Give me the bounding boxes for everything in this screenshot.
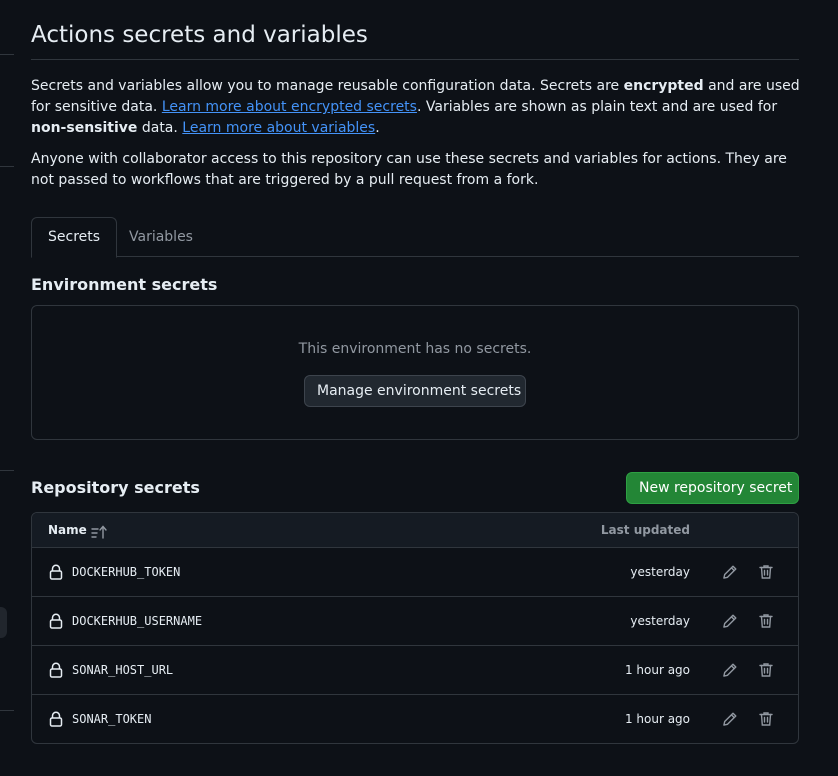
empty-state-text: This environment has no secrets. [298, 341, 532, 357]
secret-last-updated: yesterday [630, 614, 690, 628]
pencil-icon[interactable] [720, 611, 740, 631]
environment-secrets-empty-state: This environment has no secrets. Manage … [31, 305, 799, 440]
sort-ascending-icon[interactable] [91, 524, 109, 539]
intro-text: . [375, 120, 380, 136]
column-header-name[interactable]: Name [48, 513, 87, 548]
tab-variables[interactable]: Variables [113, 217, 209, 257]
secret-name: DOCKERHUB_USERNAME [72, 614, 203, 628]
trash-icon[interactable] [756, 709, 776, 729]
lock-icon [49, 613, 63, 629]
secret-name: DOCKERHUB_TOKEN [72, 565, 181, 579]
sidebar-divider [0, 470, 14, 471]
collaborator-note: Anyone with collaborator access to this … [31, 151, 787, 188]
repository-secrets-heading: Repository secrets [31, 478, 200, 497]
sidebar-divider [0, 54, 14, 55]
sidebar-active-item[interactable] [0, 607, 7, 638]
trash-icon[interactable] [756, 611, 776, 631]
intro-bold-non-sensitive: non-sensitive [31, 120, 138, 136]
column-header-last-updated: Last updated [600, 523, 690, 537]
repository-secrets-table: Name Last updated DOCKERHUB_TOKEN yester… [31, 512, 799, 744]
intro-text: data. [137, 120, 183, 136]
new-repository-secret-button[interactable]: New repository secret [626, 472, 799, 504]
intro-bold-encrypted: encrypted [623, 78, 704, 94]
secret-last-updated: 1 hour ago [624, 712, 690, 726]
table-row: SONAR_HOST_URL 1 hour ago [32, 646, 798, 695]
trash-icon[interactable] [756, 660, 776, 680]
table-header: Name Last updated [32, 513, 798, 548]
pencil-icon[interactable] [720, 709, 740, 729]
secret-name: SONAR_HOST_URL [72, 663, 174, 677]
learn-more-secrets-link[interactable]: Learn more about encrypted secrets [162, 99, 417, 115]
sidebar-divider [0, 166, 14, 167]
secret-name: SONAR_TOKEN [72, 712, 152, 726]
pencil-icon[interactable] [720, 562, 740, 582]
table-row: SONAR_TOKEN 1 hour ago [32, 695, 798, 743]
lock-icon [49, 711, 63, 727]
title-divider [31, 59, 799, 60]
intro-text: . Variables are shown as plain text and … [416, 99, 778, 115]
table-row: DOCKERHUB_USERNAME yesterday [32, 597, 798, 646]
settings-sidebar-edge [0, 0, 14, 776]
tab-secrets[interactable]: Secrets [31, 217, 118, 258]
manage-environment-secrets-button[interactable]: Manage environment secrets [304, 375, 526, 407]
environment-secrets-heading: Environment secrets [31, 275, 218, 294]
intro-paragraph: Secrets and variables allow you to manag… [31, 76, 801, 139]
learn-more-variables-link[interactable]: Learn more about variables [182, 120, 375, 136]
lock-icon [49, 564, 63, 580]
pencil-icon[interactable] [720, 660, 740, 680]
secret-last-updated: yesterday [630, 565, 690, 579]
secret-last-updated: 1 hour ago [624, 663, 690, 677]
lock-icon [49, 662, 63, 678]
sidebar-divider [0, 710, 14, 711]
table-row: DOCKERHUB_TOKEN yesterday [32, 548, 798, 597]
intro-text: Secrets and variables allow you to manag… [31, 78, 624, 94]
page-title: Actions secrets and variables [31, 22, 368, 48]
secrets-tabs: Secrets Variables [31, 217, 799, 258]
trash-icon[interactable] [756, 562, 776, 582]
